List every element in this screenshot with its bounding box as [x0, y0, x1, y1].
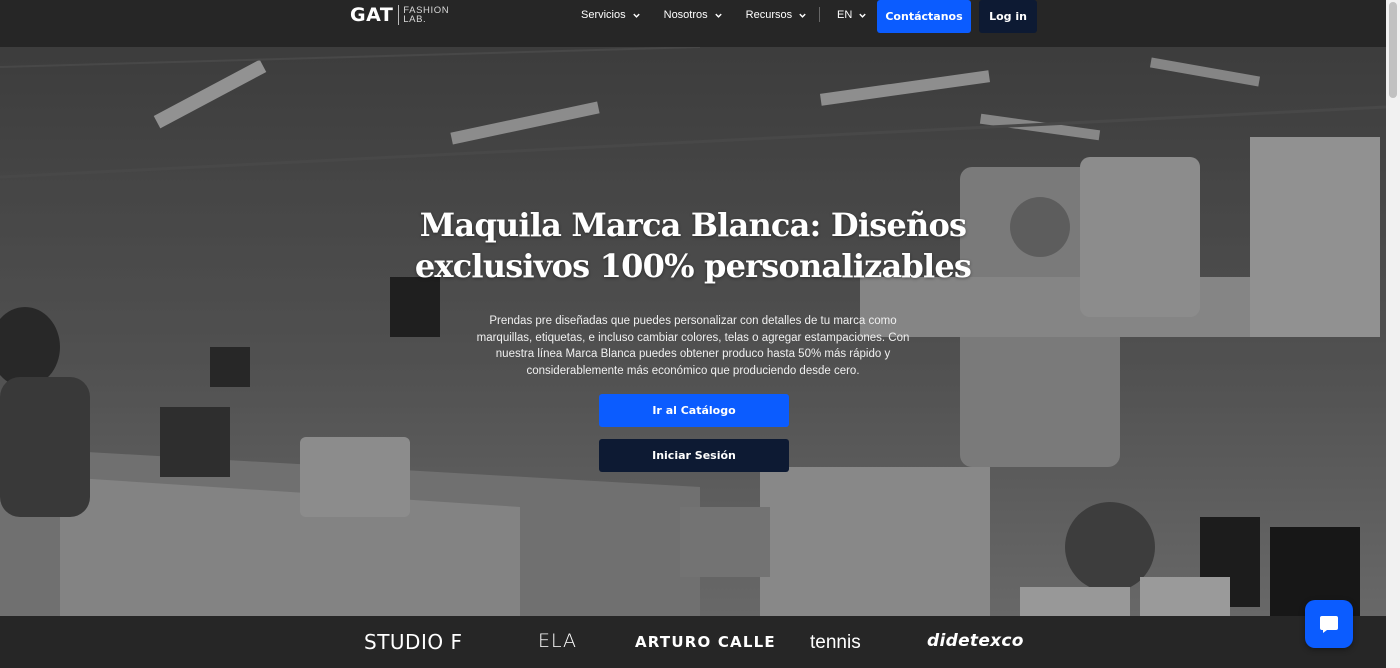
chat-widget-button[interactable]	[1305, 600, 1353, 648]
brand-logo-ela: ELA	[538, 630, 578, 652]
nav-item-servicios[interactable]: Servicios	[581, 9, 641, 21]
nav-item-label: Recursos	[745, 9, 793, 21]
scrollbar-thumb[interactable]	[1389, 2, 1397, 98]
hero-section: Maquila Marca Blanca: Diseños exclusivos…	[0, 47, 1386, 616]
nav-divider	[819, 7, 820, 22]
chevron-down-icon	[859, 13, 866, 18]
chat-bubble-icon	[1320, 616, 1338, 633]
chevron-down-icon	[799, 13, 806, 18]
brand-logo-studio-f: STUDIO F	[364, 630, 463, 654]
top-nav: GAT FASHION LAB. Servicios Nosotros Recu…	[0, 0, 1386, 47]
chevron-down-icon	[632, 13, 640, 18]
logo-sub-text: FASHION LAB.	[403, 6, 449, 25]
nav-item-nosotros[interactable]: Nosotros	[664, 9, 723, 21]
chevron-down-icon	[714, 13, 722, 18]
catalog-button[interactable]: Ir al Catálogo	[599, 394, 789, 427]
logo-main-text: GAT	[350, 4, 394, 26]
nav-item-label: Servicios	[581, 9, 626, 21]
nav-menu: Servicios Nosotros Recursos	[581, 0, 830, 30]
language-selector[interactable]: EN	[837, 0, 867, 30]
page-scrollbar[interactable]	[1386, 0, 1400, 668]
contact-button[interactable]: Contáctanos	[877, 0, 971, 33]
nav-item-recursos[interactable]: Recursos	[746, 9, 807, 21]
brand-logo-didetexco: didetexco	[927, 631, 1024, 651]
hero-content: Maquila Marca Blanca: Diseños exclusivos…	[0, 47, 1386, 616]
gat-fashion-lab-logo[interactable]: GAT FASHION LAB.	[350, 4, 449, 26]
login-button[interactable]: Log in	[979, 0, 1037, 33]
login-session-button[interactable]: Iniciar Sesión	[599, 439, 789, 472]
logo-sub-line2: LAB.	[403, 14, 427, 25]
hero-description: Prendas pre diseñadas que puedes persona…	[476, 315, 910, 377]
language-label: EN	[837, 9, 853, 21]
brand-logo-arturo-calle: ARTURO CALLE	[635, 633, 776, 651]
hero-title: Maquila Marca Blanca: Diseños exclusivos…	[414, 206, 972, 285]
logo-divider	[398, 5, 400, 25]
nav-item-label: Nosotros	[663, 9, 708, 21]
brand-logo-tennis: tennis	[810, 632, 861, 653]
client-brands-strip: STUDIO F ELA ARTURO CALLE tennis didetex…	[0, 616, 1386, 668]
